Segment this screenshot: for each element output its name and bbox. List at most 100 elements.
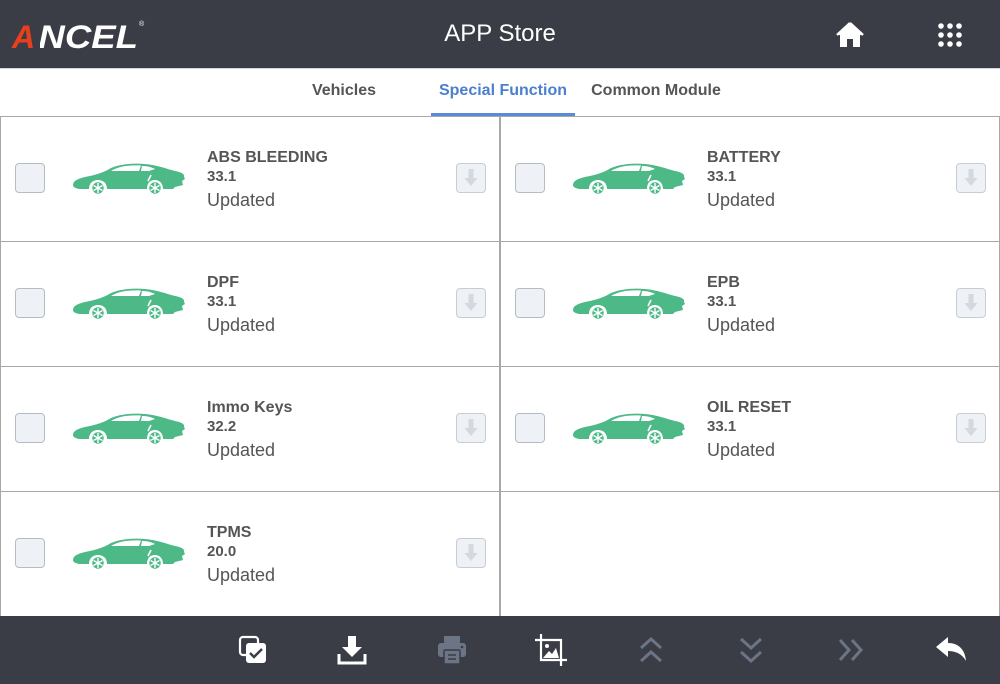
back-icon [936, 637, 966, 661]
app-status: Updated [707, 315, 776, 335]
screenshot-button[interactable] [533, 632, 569, 668]
app-item-tpms[interactable]: TPMS 20.0 Updated [0, 492, 500, 617]
select-checkbox[interactable] [15, 163, 45, 193]
download-app-button[interactable] [956, 413, 986, 443]
tab-common-module[interactable]: Common Module [585, 69, 727, 116]
download-app-button[interactable] [456, 413, 486, 443]
app-info: TPMS 20.0 Updated [207, 524, 275, 588]
back-button[interactable] [933, 632, 969, 668]
next-button[interactable] [833, 632, 869, 668]
grid-menu-icon [938, 23, 962, 47]
app-info: DPF 33.1 Updated [207, 274, 275, 338]
download-button[interactable] [334, 632, 370, 668]
download-arrow-icon [464, 169, 478, 186]
wheel-rear [147, 430, 163, 445]
app-name: OIL RESET [707, 399, 792, 416]
app-status: Updated [207, 190, 276, 210]
select-all-button[interactable] [235, 632, 271, 668]
app-version: 32.2 [207, 418, 237, 435]
wheel-front [90, 180, 106, 195]
page-down-button[interactable] [733, 632, 769, 668]
screenshot-icon [535, 634, 567, 666]
app-item-epb[interactable]: EPB 33.1 Updated [500, 242, 1000, 367]
select-checkbox[interactable] [15, 413, 45, 443]
car-icon [73, 538, 185, 570]
select-checkbox[interactable] [515, 413, 545, 443]
car-icon [73, 288, 185, 320]
download-app-button[interactable] [456, 288, 486, 318]
app-status: Updated [707, 190, 776, 210]
app-status: Updated [207, 440, 276, 460]
app-info: EPB 33.1 Updated [707, 274, 775, 338]
ancel-logo: ANCEL A ® [10, 19, 145, 52]
app-version: 33.1 [707, 418, 737, 435]
app-menu-button[interactable] [933, 18, 967, 52]
wheel-front [90, 305, 106, 320]
wheel-front [590, 305, 606, 320]
wheel-rear [647, 180, 663, 195]
app-info: Immo Keys 32.2 Updated [207, 399, 292, 463]
tab-vehicles[interactable]: Vehicles [298, 69, 390, 116]
wheel-rear [647, 430, 663, 445]
app-grid: ABS BLEEDING 33.1 Updated BATTERY 33.1 U… [0, 116, 1000, 617]
download-app-button[interactable] [956, 288, 986, 318]
app-version: 33.1 [207, 293, 237, 310]
app-name: ABS BLEEDING [207, 149, 328, 166]
app-status: Updated [207, 315, 276, 335]
print-button[interactable] [434, 632, 470, 668]
download-arrow-icon [464, 419, 478, 436]
home-icon [836, 22, 864, 47]
app-item-battery[interactable]: BATTERY 33.1 Updated [500, 117, 1000, 242]
home-button[interactable] [833, 18, 867, 52]
app-info: ABS BLEEDING 33.1 Updated [207, 149, 328, 213]
wheel-rear [147, 555, 163, 570]
page-up-icon [639, 636, 663, 663]
car-icon [73, 413, 185, 445]
app-item-immo-keys[interactable]: Immo Keys 32.2 Updated [0, 367, 500, 492]
download-app-button[interactable] [456, 538, 486, 568]
bottom-toolbar [0, 616, 1000, 684]
page-up-button[interactable] [633, 632, 669, 668]
car-icon [73, 163, 185, 195]
select-all-icon [238, 635, 266, 663]
car-icon [573, 163, 685, 195]
download-app-button[interactable] [956, 163, 986, 193]
app-version: 33.1 [207, 168, 237, 185]
download-app-button[interactable] [456, 163, 486, 193]
app-info: OIL RESET 33.1 Updated [707, 399, 791, 463]
app-version: 33.1 [707, 168, 737, 185]
app-info: BATTERY 33.1 Updated [707, 149, 781, 213]
app-name: EPB [707, 274, 740, 291]
select-checkbox[interactable] [15, 288, 45, 318]
app-item-dpf[interactable]: DPF 33.1 Updated [0, 242, 500, 367]
wheel-front [590, 180, 606, 195]
select-checkbox[interactable] [515, 163, 545, 193]
tab-special-function[interactable]: Special Function [431, 69, 575, 116]
download-icon [337, 636, 367, 665]
wheel-front [90, 430, 106, 445]
app-status: Updated [207, 565, 276, 585]
next-icon [838, 638, 864, 662]
app-name: TPMS [207, 524, 252, 541]
empty-slot [500, 492, 1000, 617]
app-item-abs-bleeding[interactable]: ABS BLEEDING 33.1 Updated [0, 117, 500, 242]
page-down-icon [739, 637, 763, 664]
app-version: 20.0 [207, 543, 237, 560]
wheel-front [90, 555, 106, 570]
wheel-rear [147, 180, 163, 195]
print-icon [438, 636, 466, 665]
car-icon [573, 413, 685, 445]
app-name: Immo Keys [207, 399, 293, 416]
download-arrow-icon [964, 294, 978, 311]
app-name: BATTERY [707, 149, 781, 166]
category-tabs: Vehicles Special Function Common Module [0, 68, 1000, 116]
download-arrow-icon [464, 544, 478, 561]
select-checkbox[interactable] [15, 538, 45, 568]
wheel-rear [147, 305, 163, 320]
select-checkbox[interactable] [515, 288, 545, 318]
app-name: DPF [207, 274, 239, 291]
app-item-oil-reset[interactable]: OIL RESET 33.1 Updated [500, 367, 1000, 492]
car-icon [573, 288, 685, 320]
app-version: 33.1 [707, 293, 737, 310]
wheel-front [590, 430, 606, 445]
